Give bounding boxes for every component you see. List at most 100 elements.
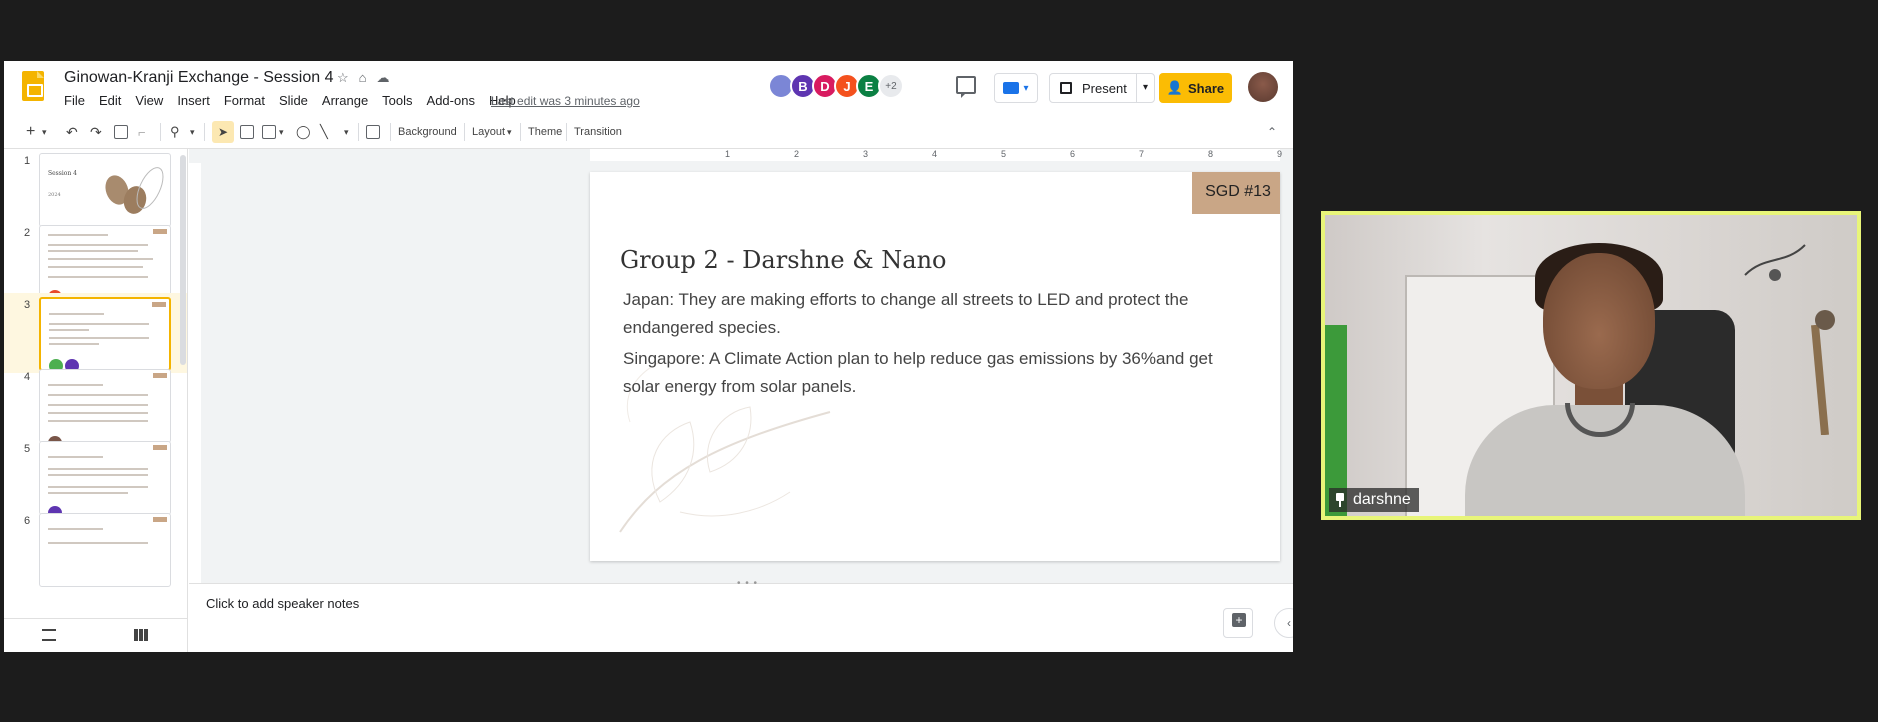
slides-window: Ginowan-Kranji Exchange - Session 4 ☆ ⌂ … bbox=[4, 61, 1293, 652]
slide-filmstrip[interactable]: 1 Session 4 2024 2 3 4 5 6 bbox=[4, 149, 188, 652]
more-collaborators[interactable]: +2 bbox=[878, 73, 904, 99]
add-to-slide-icon[interactable] bbox=[1223, 608, 1253, 638]
select-cursor-icon[interactable]: ➤ bbox=[212, 121, 234, 143]
slide-number: 1 bbox=[24, 155, 31, 167]
side-panel-chevron-icon[interactable]: ‹ bbox=[1274, 608, 1293, 638]
menu-tools[interactable]: Tools bbox=[375, 93, 419, 108]
present-button[interactable]: Present ▾ bbox=[1049, 73, 1155, 103]
undo-icon[interactable]: ↶ bbox=[66, 121, 78, 143]
speaker-notes-placeholder[interactable]: Click to add speaker notes bbox=[206, 596, 359, 611]
person-add-icon: 👤 bbox=[1166, 80, 1184, 95]
present-icon bbox=[1060, 82, 1072, 94]
slide-canvas: 1 2 3 4 5 6 7 8 9 SGD #13 Group 2 - Dars… bbox=[189, 149, 1293, 583]
account-avatar[interactable] bbox=[1248, 72, 1278, 102]
slide-thumbnail-selected[interactable] bbox=[39, 297, 171, 371]
slide-thumbnail[interactable] bbox=[39, 369, 171, 443]
move-folder-icon[interactable]: ⌂ bbox=[359, 70, 367, 86]
thumb-title: Session 4 bbox=[48, 170, 77, 177]
speaker-notes[interactable]: • • • Click to add speaker notes ‹ bbox=[189, 578, 1293, 652]
participant-name-plate: darshne bbox=[1329, 488, 1419, 512]
cloud-status-icon[interactable]: ☁ bbox=[377, 70, 390, 86]
grid-view-icon[interactable] bbox=[134, 629, 148, 641]
current-slide[interactable]: SGD #13 Group 2 - Darshne & Nano Japan: … bbox=[590, 172, 1280, 561]
transition-button[interactable]: Transition bbox=[574, 121, 622, 143]
participant-name: darshne bbox=[1353, 491, 1411, 508]
new-slide-plus-icon[interactable]: + bbox=[26, 121, 35, 143]
present-to-meeting-button[interactable]: ▾ bbox=[994, 73, 1038, 103]
background-button[interactable]: Background bbox=[398, 121, 457, 143]
slide-thumbnail-row[interactable]: 2 bbox=[4, 221, 187, 301]
horizontal-ruler: 1 2 3 4 5 6 7 8 9 bbox=[590, 149, 1282, 161]
comment-history-icon[interactable] bbox=[956, 76, 976, 98]
thumb-subtitle: 2024 bbox=[48, 192, 61, 198]
menu-edit[interactable]: Edit bbox=[92, 93, 128, 108]
slide-thumbnail-row[interactable]: 6 bbox=[4, 509, 187, 589]
menu-file[interactable]: File bbox=[64, 93, 92, 108]
line-icon[interactable]: ╲ bbox=[320, 121, 328, 143]
collaborator-avatars: B D J E +2 bbox=[768, 73, 904, 99]
vertical-ruler bbox=[189, 163, 201, 583]
zoom-icon[interactable]: ⚲ bbox=[170, 121, 180, 143]
slide-thumbnail[interactable] bbox=[39, 441, 171, 515]
wall-decoration bbox=[1744, 244, 1835, 435]
last-edit-link[interactable]: Last edit was 3 minutes ago bbox=[491, 94, 640, 108]
theme-button[interactable]: Theme bbox=[528, 121, 562, 143]
collapse-menus-chevron-icon[interactable]: ⌃ bbox=[1267, 125, 1277, 139]
layout-chevron-icon[interactable]: ▾ bbox=[507, 121, 512, 143]
leaf-illustration bbox=[105, 167, 164, 214]
slide-number: 3 bbox=[24, 299, 31, 311]
slide-paragraph-japan[interactable]: Japan: They are making efforts to change… bbox=[623, 286, 1243, 342]
document-title[interactable]: Ginowan-Kranji Exchange - Session 4 bbox=[64, 69, 333, 87]
add-comment-icon[interactable] bbox=[366, 121, 380, 143]
pin-icon[interactable] bbox=[1335, 493, 1345, 507]
slide-paragraph-singapore[interactable]: Singapore: A Climate Action plan to help… bbox=[623, 345, 1243, 401]
image-icon[interactable] bbox=[262, 121, 276, 143]
paint-format-icon[interactable]: ⌐ bbox=[138, 121, 146, 143]
slides-logo-icon[interactable] bbox=[22, 71, 44, 101]
slide-thumbnail[interactable]: Session 4 2024 bbox=[39, 153, 171, 227]
slide-thumbnail-row[interactable]: 1 Session 4 2024 bbox=[4, 149, 187, 229]
layout-button[interactable]: Layout bbox=[472, 121, 505, 143]
menu-slide[interactable]: Slide bbox=[272, 93, 315, 108]
slide-number: 2 bbox=[24, 227, 31, 239]
redo-icon[interactable]: ↷ bbox=[90, 121, 102, 143]
slide-thumbnail-row-active[interactable]: 3 bbox=[4, 293, 187, 373]
slide-thumbnail-row[interactable]: 5 bbox=[4, 437, 187, 517]
participant-face bbox=[1543, 253, 1655, 389]
slide-number: 5 bbox=[24, 443, 31, 455]
filmstrip-view-icon[interactable] bbox=[42, 629, 56, 641]
slide-thumbnail[interactable] bbox=[39, 513, 171, 587]
meet-present-icon bbox=[1003, 82, 1020, 94]
print-icon[interactable] bbox=[114, 121, 128, 143]
present-options-chevron-icon[interactable]: ▾ bbox=[1143, 82, 1148, 93]
share-label: Share bbox=[1188, 80, 1225, 96]
participant-video-tile[interactable]: darshne bbox=[1321, 211, 1861, 520]
title-icons: ☆ ⌂ ☁ bbox=[337, 70, 390, 86]
slide-number: 4 bbox=[24, 371, 31, 383]
shape-icon[interactable]: ◯ bbox=[296, 121, 311, 143]
text-box-icon[interactable] bbox=[240, 121, 254, 143]
filmstrip-view-toggle bbox=[4, 618, 187, 652]
menu-arrange[interactable]: Arrange bbox=[315, 93, 375, 108]
filmstrip-scrollbar[interactable] bbox=[180, 155, 186, 365]
menu-insert[interactable]: Insert bbox=[170, 93, 217, 108]
new-slide-chevron-icon[interactable]: ▾ bbox=[42, 121, 47, 143]
image-chevron-icon[interactable]: ▾ bbox=[279, 121, 284, 143]
slide-number: 6 bbox=[24, 515, 31, 527]
zoom-chevron-icon[interactable]: ▾ bbox=[190, 121, 195, 143]
slide-title[interactable]: Group 2 - Darshne & Nano bbox=[620, 246, 946, 274]
menu-addons[interactable]: Add-ons bbox=[420, 93, 482, 108]
slide-thumbnail[interactable] bbox=[39, 225, 171, 299]
notes-resize-handle[interactable]: • • • bbox=[737, 578, 758, 589]
sgd-tag[interactable]: SGD #13 bbox=[1192, 172, 1280, 214]
menu-view[interactable]: View bbox=[128, 93, 170, 108]
line-chevron-icon[interactable]: ▾ bbox=[344, 121, 349, 143]
star-icon[interactable]: ☆ bbox=[337, 70, 349, 86]
menu-format[interactable]: Format bbox=[217, 93, 272, 108]
chevron-down-icon: ▾ bbox=[1023, 82, 1029, 94]
present-label: Present bbox=[1082, 80, 1127, 96]
share-button[interactable]: 👤 Share bbox=[1159, 73, 1232, 103]
title-bar: Ginowan-Kranji Exchange - Session 4 ☆ ⌂ … bbox=[4, 61, 1293, 115]
slide-thumbnail-row[interactable]: 4 bbox=[4, 365, 187, 445]
toolbar: + ▾ ↶ ↷ ⌐ ⚲ ▾ ➤ ▾ ◯ ╲ ▾ Background Layou… bbox=[4, 115, 1293, 149]
